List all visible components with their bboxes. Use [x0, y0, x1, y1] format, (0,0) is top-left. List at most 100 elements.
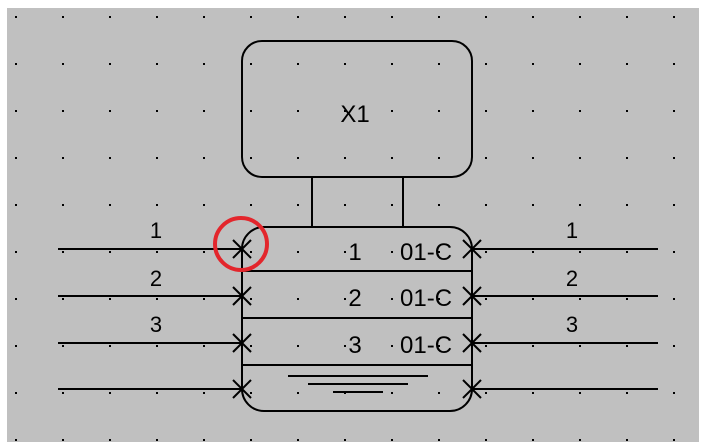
grid-dot — [250, 16, 252, 18]
grid-dot — [438, 157, 440, 159]
grid-dot — [344, 345, 346, 347]
grid-dot — [156, 439, 158, 441]
grid-dot — [62, 298, 64, 300]
grid-dot — [626, 251, 628, 253]
grid-dot — [344, 63, 346, 65]
grid-dot — [156, 204, 158, 206]
grid-dot — [579, 298, 581, 300]
grid-dot — [15, 204, 17, 206]
grid-dot — [250, 392, 252, 394]
grid-dot — [485, 298, 487, 300]
grid-dot — [532, 157, 534, 159]
schematic-canvas-window[interactable]: X1 1 01-C 2 01-C 3 01-C 1 2 3 1 2 3 — [0, 0, 701, 442]
grid-dot — [297, 110, 299, 112]
grid-dot — [485, 204, 487, 206]
grid-dot — [391, 63, 393, 65]
row-number: 3 — [348, 332, 361, 359]
grid-dot — [344, 16, 346, 18]
grid-dot — [297, 251, 299, 253]
grid-dot — [485, 439, 487, 441]
grid-dot — [250, 439, 252, 441]
grid-dot — [673, 16, 675, 18]
grid-dot — [250, 298, 252, 300]
grid-dot — [344, 298, 346, 300]
grid-dot — [391, 439, 393, 441]
grid-dot — [485, 251, 487, 253]
grid-dot — [203, 439, 205, 441]
row-pin-label: 01-C — [400, 285, 452, 312]
grid-dot — [673, 251, 675, 253]
grid-dot — [391, 298, 393, 300]
grid-dot — [344, 251, 346, 253]
grid-dot — [626, 439, 628, 441]
grid-dot — [250, 63, 252, 65]
grid-dot — [109, 16, 111, 18]
grid-dot — [297, 63, 299, 65]
grid-dot — [673, 204, 675, 206]
grid-dot — [391, 204, 393, 206]
grid-dot — [156, 345, 158, 347]
grid-dot — [485, 345, 487, 347]
grid-dot — [297, 345, 299, 347]
grid-dot — [673, 63, 675, 65]
grid-dot — [109, 345, 111, 347]
grid-dot — [62, 204, 64, 206]
grid-dot — [438, 63, 440, 65]
grid-dot — [62, 439, 64, 441]
grid-dot — [297, 392, 299, 394]
grid-dot — [250, 204, 252, 206]
grid-dot — [391, 345, 393, 347]
grid-dot — [485, 16, 487, 18]
grid-dot — [391, 251, 393, 253]
row-number: 2 — [348, 285, 361, 312]
grid-dot — [626, 110, 628, 112]
grid-dot — [62, 345, 64, 347]
grid-dot — [297, 16, 299, 18]
grid-dot — [532, 110, 534, 112]
grid-dot — [391, 392, 393, 394]
grid-dot — [203, 345, 205, 347]
grid-dot — [579, 439, 581, 441]
grid-dot — [579, 110, 581, 112]
grid-dot — [15, 298, 17, 300]
row-number: 1 — [348, 239, 361, 266]
grid-dot — [203, 251, 205, 253]
schematic-canvas[interactable]: X1 1 01-C 2 01-C 3 01-C 1 2 3 1 2 3 — [0, 0, 701, 442]
grid-dot — [62, 63, 64, 65]
grid-dot — [673, 110, 675, 112]
grid-dot — [15, 157, 17, 159]
grid-dot — [579, 251, 581, 253]
wire-label-left: 1 — [150, 218, 162, 243]
grid-dot — [15, 110, 17, 112]
grid-dot — [626, 16, 628, 18]
grid-dot — [438, 16, 440, 18]
grid-dot — [673, 439, 675, 441]
grid-dot — [15, 392, 17, 394]
grid-dot — [109, 110, 111, 112]
wire-label-right: 1 — [566, 218, 578, 243]
grid-dot — [673, 392, 675, 394]
window-left-border — [0, 0, 7, 442]
grid-dot — [62, 251, 64, 253]
grid-dot — [156, 251, 158, 253]
grid-dot — [109, 251, 111, 253]
grid-dot — [62, 157, 64, 159]
grid-dot — [203, 298, 205, 300]
grid-dot — [203, 204, 205, 206]
grid-dot — [438, 110, 440, 112]
grid-dot — [109, 204, 111, 206]
grid-dot — [626, 298, 628, 300]
grid-dot — [62, 392, 64, 394]
grid-dot — [62, 16, 64, 18]
grid-dot — [391, 110, 393, 112]
grid-dot — [156, 157, 158, 159]
grid-dot — [109, 63, 111, 65]
grid-dot — [203, 157, 205, 159]
grid-dot — [15, 16, 17, 18]
grid-dot — [344, 157, 346, 159]
grid-dot — [344, 439, 346, 441]
grid-dot — [579, 157, 581, 159]
grid-dot — [109, 298, 111, 300]
grid-dot — [532, 63, 534, 65]
grid-dot — [203, 110, 205, 112]
